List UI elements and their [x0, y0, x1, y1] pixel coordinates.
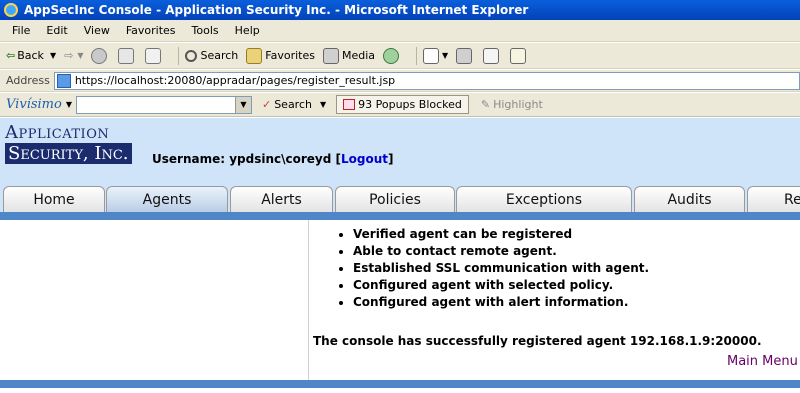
- footer-bar: [0, 380, 800, 388]
- user-info: Username: ypdsinc\coreyd [Logout]: [152, 152, 394, 166]
- media-icon: [322, 47, 339, 64]
- mail-button[interactable]: ▼: [423, 47, 449, 64]
- left-panel: [0, 220, 309, 380]
- address-input[interactable]: https://localhost:20080/appradar/pages/r…: [53, 71, 800, 90]
- list-item: Able to contact remote agent.: [353, 243, 800, 260]
- logo-line-1: Application: [5, 122, 110, 143]
- search-label: Search: [200, 49, 239, 62]
- highlight-label: Highlight: [493, 98, 543, 111]
- back-label: Back: [17, 49, 44, 62]
- menu-view[interactable]: View: [76, 24, 118, 37]
- back-button[interactable]: ⇦ Back ▼: [6, 49, 56, 62]
- tab-alerts[interactable]: Alerts: [230, 186, 333, 212]
- list-item: Configured agent with selected policy.: [353, 277, 800, 294]
- toolbar-separator: [416, 46, 418, 65]
- search-button[interactable]: Search: [185, 49, 238, 62]
- tab-policies[interactable]: Policies: [335, 186, 455, 212]
- tab-exceptions[interactable]: Exceptions: [456, 186, 632, 212]
- tab-agents[interactable]: Agents: [106, 186, 228, 212]
- menu-help[interactable]: Help: [227, 24, 268, 37]
- logout-link[interactable]: Logout: [341, 152, 388, 166]
- stop-icon: [91, 47, 108, 64]
- logo-line-2: Security, Inc.: [5, 143, 132, 164]
- menu-bar: File Edit View Favorites Tools Help: [0, 20, 800, 42]
- nav-tabs: Home Agents Alerts Policies Exceptions A…: [0, 184, 800, 212]
- vivisimo-search-icon: ✓: [261, 98, 272, 111]
- results-list: Verified agent can be registered Able to…: [313, 226, 800, 311]
- forward-arrow-icon: ⇨: [64, 49, 74, 62]
- vivisimo-search-input[interactable]: ▼: [75, 95, 252, 114]
- print-icon: [456, 47, 473, 64]
- list-item: Established SSL communication with agent…: [353, 260, 800, 277]
- tab-reports[interactable]: Re: [747, 186, 800, 212]
- links-bar: Vivísimo ▼ ▼ ✓ Search ▼ 93 Popups Blocke…: [0, 93, 800, 117]
- menu-favorites[interactable]: Favorites: [118, 24, 184, 37]
- popups-blocked-button[interactable]: 93 Popups Blocked: [336, 95, 469, 114]
- menu-edit[interactable]: Edit: [38, 24, 75, 37]
- highlighter-icon: ✎: [480, 98, 491, 111]
- list-item: Verified agent can be registered: [353, 226, 800, 243]
- media-label: Media: [341, 49, 376, 62]
- stop-button[interactable]: [91, 47, 110, 64]
- media-button[interactable]: Media: [322, 47, 376, 64]
- edit-button[interactable]: [483, 47, 502, 64]
- page-icon: [56, 73, 71, 88]
- internet-explorer-icon: [4, 3, 18, 17]
- history-button[interactable]: [383, 47, 402, 64]
- popup-blocker-icon: [343, 99, 356, 110]
- registration-results: Verified agent can be registered Able to…: [313, 226, 800, 311]
- favorites-button[interactable]: Favorites: [246, 47, 315, 64]
- address-bar: Address https://localhost:20080/appradar…: [0, 70, 800, 92]
- refresh-icon: [118, 47, 135, 64]
- menu-file[interactable]: File: [4, 24, 38, 37]
- history-icon: [383, 47, 400, 64]
- address-url: https://localhost:20080/appradar/pages/r…: [74, 74, 396, 87]
- discuss-icon: [510, 47, 527, 64]
- mail-icon: [423, 47, 440, 64]
- vivisimo-search-button[interactable]: ✓ Search ▼: [262, 98, 326, 111]
- popups-blocked-label: 93 Popups Blocked: [358, 98, 462, 111]
- print-button[interactable]: [456, 47, 475, 64]
- tab-audits[interactable]: Audits: [634, 186, 745, 212]
- tab-home[interactable]: Home: [3, 186, 105, 212]
- chevron-down-icon: ▼: [65, 100, 72, 109]
- main-menu-link[interactable]: Main Menu: [727, 354, 798, 369]
- tab-underline-bar: [0, 212, 800, 220]
- username-label: Username: ypdsinc\coreyd: [152, 152, 332, 166]
- page-header: Application Security, Inc. Username: ypd…: [0, 118, 800, 184]
- edit-icon: [483, 47, 500, 64]
- footer-strip: [0, 388, 800, 393]
- success-message: The console has successfully registered …: [313, 334, 762, 348]
- menu-tools[interactable]: Tools: [184, 24, 227, 37]
- vivisimo-search-label: Search: [274, 98, 312, 111]
- company-logo[interactable]: Application Security, Inc.: [5, 122, 132, 164]
- forward-button[interactable]: ⇨ ▼: [64, 49, 83, 62]
- chevron-down-icon: ▼: [49, 51, 57, 60]
- vivisimo-logo[interactable]: Vivísimo: [6, 97, 62, 112]
- chevron-down-icon: ▼: [442, 51, 449, 60]
- dropdown-arrow-icon[interactable]: ▼: [234, 96, 251, 113]
- home-button[interactable]: [145, 47, 164, 64]
- highlight-button[interactable]: ✎ Highlight: [481, 98, 543, 111]
- refresh-button[interactable]: [118, 47, 137, 64]
- window-title: AppSecInc Console - Application Security…: [24, 3, 529, 17]
- discuss-button[interactable]: [510, 47, 529, 64]
- chevron-down-icon: ▼: [77, 51, 84, 60]
- favorites-label: Favorites: [265, 49, 315, 62]
- back-arrow-icon: ⇦: [6, 49, 16, 62]
- search-icon: [185, 49, 198, 62]
- browser-toolbar: ⇦ Back ▼ ⇨ ▼ Search Favorites Media ▼: [0, 43, 800, 69]
- chevron-down-icon: ▼: [319, 100, 327, 109]
- window-titlebar: AppSecInc Console - Application Security…: [0, 0, 800, 20]
- home-icon: [145, 47, 162, 64]
- toolbar-separator: [178, 46, 180, 65]
- list-item: Configured agent with alert information.: [353, 294, 800, 311]
- favorites-star-icon: [246, 47, 263, 64]
- address-label: Address: [6, 74, 50, 87]
